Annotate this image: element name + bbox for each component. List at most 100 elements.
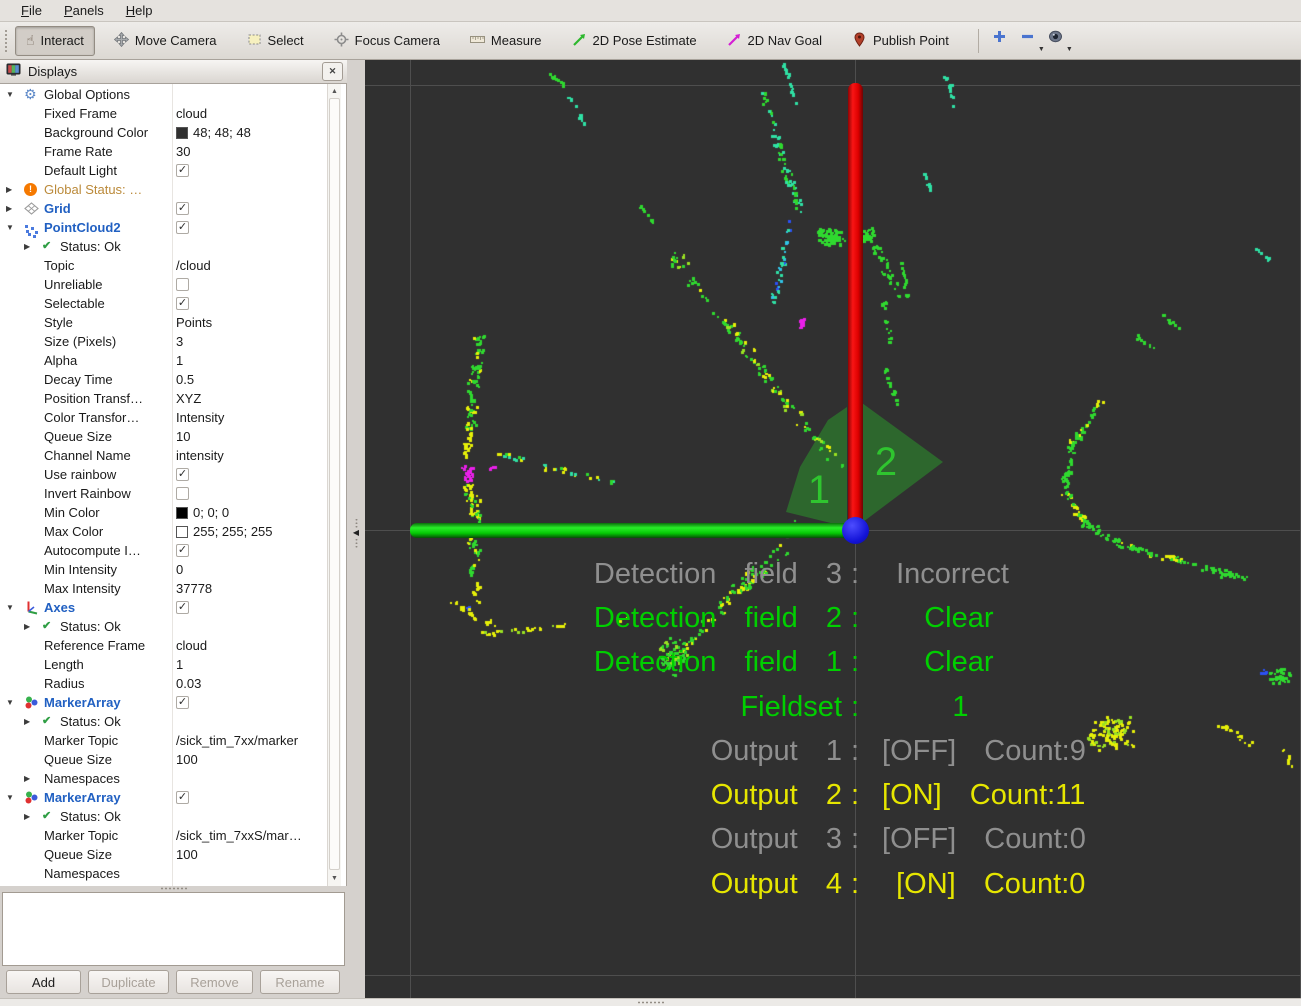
- tree-row-reference-frame[interactable]: Reference Framecloud: [0, 636, 326, 655]
- property-value[interactable]: 100: [176, 845, 198, 864]
- property-value[interactable]: 100: [176, 750, 198, 769]
- panel-splitter-handle[interactable]: [0, 886, 347, 891]
- tree-row-topic[interactable]: Topic/cloud: [0, 256, 326, 275]
- property-value[interactable]: 48; 48; 48: [193, 123, 251, 142]
- checkbox-checked[interactable]: ✓: [176, 202, 189, 215]
- tree-row-alpha[interactable]: Alpha1: [0, 351, 326, 370]
- tree-row-namespaces[interactable]: ▶Namespaces: [0, 769, 326, 788]
- property-value[interactable]: 0.03: [176, 674, 201, 693]
- property-value[interactable]: 37778: [176, 579, 212, 598]
- tree-row-max-intensity[interactable]: Max Intensity37778: [0, 579, 326, 598]
- tree-row-axes[interactable]: ▼Axes✓: [0, 598, 326, 617]
- tree-row-max-color[interactable]: Max Color255; 255; 255: [0, 522, 326, 541]
- tree-scrollbar[interactable]: ▲ ▼: [327, 84, 341, 886]
- tool-zoom-out[interactable]: ▼: [1017, 29, 1039, 53]
- tree-row-queue-size[interactable]: Queue Size10: [0, 427, 326, 446]
- tool-move-camera[interactable]: Move Camera: [103, 26, 228, 56]
- expander-closed-icon[interactable]: ▶: [24, 769, 30, 788]
- tool-measure[interactable]: Measure: [459, 26, 553, 56]
- tree-row-min-color[interactable]: Min Color0; 0; 0: [0, 503, 326, 522]
- tree-row-pointcloud2[interactable]: ▼PointCloud2✓: [0, 218, 326, 237]
- tree-row-status-ok[interactable]: ▶✔Status: Ok: [0, 237, 326, 256]
- color-swatch[interactable]: [176, 127, 188, 139]
- tree-row-marker-topic[interactable]: Marker Topic/sick_tim_7xxS/mar…: [0, 826, 326, 845]
- property-value[interactable]: 1: [176, 351, 183, 370]
- tool-zoom-in[interactable]: [989, 29, 1011, 53]
- tree-row-global-options[interactable]: ▼⚙Global Options: [0, 85, 326, 104]
- tree-row-unreliable[interactable]: Unreliable: [0, 275, 326, 294]
- tool-camera-eye[interactable]: ▼: [1045, 29, 1067, 53]
- tool-publish-point[interactable]: Publish Point: [841, 26, 960, 56]
- expander-open-icon[interactable]: ▼: [6, 693, 14, 712]
- tool-nav-goal[interactable]: 2D Nav Goal: [716, 26, 833, 56]
- tree-row-radius[interactable]: Radius0.03: [0, 674, 326, 693]
- scrollbar-thumb[interactable]: [329, 98, 340, 870]
- property-value[interactable]: intensity: [176, 446, 224, 465]
- property-value[interactable]: Intensity: [176, 408, 224, 427]
- tree-row-min-intensity[interactable]: Min Intensity0: [0, 560, 326, 579]
- checkbox-checked[interactable]: ✓: [176, 164, 189, 177]
- expander-closed-icon[interactable]: ▶: [6, 180, 12, 199]
- tree-row-frame-rate[interactable]: Frame Rate30: [0, 142, 326, 161]
- checkbox-unchecked[interactable]: [176, 278, 189, 291]
- property-value[interactable]: 0.5: [176, 370, 194, 389]
- tree-row-style[interactable]: StylePoints: [0, 313, 326, 332]
- expander-open-icon[interactable]: ▼: [6, 598, 14, 617]
- tree-row-channel-name[interactable]: Channel Nameintensity: [0, 446, 326, 465]
- checkbox-checked[interactable]: ✓: [176, 221, 189, 234]
- menu-item-help[interactable]: Help: [115, 1, 164, 20]
- scroll-up-icon[interactable]: ▲: [328, 85, 341, 98]
- color-swatch[interactable]: [176, 507, 188, 519]
- checkbox-checked[interactable]: ✓: [176, 297, 189, 310]
- add-button[interactable]: Add: [6, 970, 81, 994]
- tool-focus-camera[interactable]: Focus Camera: [323, 26, 451, 56]
- tree-row-marker-topic[interactable]: Marker Topic/sick_tim_7xx/marker: [0, 731, 326, 750]
- menu-item-panels[interactable]: Panels: [53, 1, 115, 20]
- tree-row-position-transf[interactable]: Position Transf…XYZ: [0, 389, 326, 408]
- checkbox-checked[interactable]: ✓: [176, 601, 189, 614]
- checkbox-checked[interactable]: ✓: [176, 468, 189, 481]
- tree-row-fixed-frame[interactable]: Fixed Framecloud: [0, 104, 326, 123]
- checkbox-checked[interactable]: ✓: [176, 544, 189, 557]
- tree-row-markerarray[interactable]: ▼MarkerArray✓: [0, 788, 326, 807]
- property-value[interactable]: XYZ: [176, 389, 201, 408]
- tree-row-size-pixels[interactable]: Size (Pixels)3: [0, 332, 326, 351]
- tree-row-default-light[interactable]: Default Light✓: [0, 161, 326, 180]
- tree-row-queue-size[interactable]: Queue Size100: [0, 750, 326, 769]
- tree-row-color-transfor[interactable]: Color Transfor…Intensity: [0, 408, 326, 427]
- tree-row-background-color[interactable]: Background Color48; 48; 48: [0, 123, 326, 142]
- checkbox-unchecked[interactable]: [176, 487, 189, 500]
- checkbox-checked[interactable]: ✓: [176, 791, 189, 804]
- property-value[interactable]: cloud: [176, 104, 207, 123]
- toolbar-grip-handle[interactable]: [4, 29, 9, 53]
- tree-row-length[interactable]: Length1: [0, 655, 326, 674]
- tree-row-markerarray[interactable]: ▼MarkerArray✓: [0, 693, 326, 712]
- expander-closed-icon[interactable]: ▶: [24, 617, 30, 636]
- tree-row-status-ok[interactable]: ▶✔Status: Ok: [0, 712, 326, 731]
- tree-row-status-ok[interactable]: ▶✔Status: Ok: [0, 807, 326, 826]
- property-value[interactable]: 0; 0; 0: [193, 503, 229, 522]
- tree-row-grid[interactable]: ▶Grid✓: [0, 199, 326, 218]
- chevron-down-icon[interactable]: ▼: [1066, 46, 1073, 53]
- property-value[interactable]: 30: [176, 142, 190, 161]
- expander-closed-icon[interactable]: ▶: [24, 712, 30, 731]
- tree-row-decay-time[interactable]: Decay Time0.5: [0, 370, 326, 389]
- panel-collapse-handle[interactable]: ◀: [348, 516, 364, 550]
- tree-row-invert-rainbow[interactable]: Invert Rainbow: [0, 484, 326, 503]
- property-value[interactable]: 255; 255; 255: [193, 522, 273, 541]
- tree-row-global-status[interactable]: ▶!Global Status: …: [0, 180, 326, 199]
- property-value[interactable]: 10: [176, 427, 190, 446]
- expander-closed-icon[interactable]: ▶: [24, 237, 30, 256]
- expander-closed-icon[interactable]: ▶: [24, 807, 30, 826]
- checkbox-checked[interactable]: ✓: [176, 696, 189, 709]
- property-value[interactable]: cloud: [176, 636, 207, 655]
- menu-item-file[interactable]: File: [10, 1, 53, 20]
- expander-open-icon[interactable]: ▼: [6, 218, 14, 237]
- property-value[interactable]: /sick_tim_7xxS/mar…: [176, 826, 302, 845]
- tree-row-namespaces[interactable]: Namespaces: [0, 864, 326, 883]
- close-icon[interactable]: ✕: [322, 62, 343, 81]
- tree-row-status-ok[interactable]: ▶✔Status: Ok: [0, 617, 326, 636]
- chevron-down-icon[interactable]: ▼: [1038, 46, 1045, 53]
- color-swatch[interactable]: [176, 526, 188, 538]
- tree-row-use-rainbow[interactable]: Use rainbow✓: [0, 465, 326, 484]
